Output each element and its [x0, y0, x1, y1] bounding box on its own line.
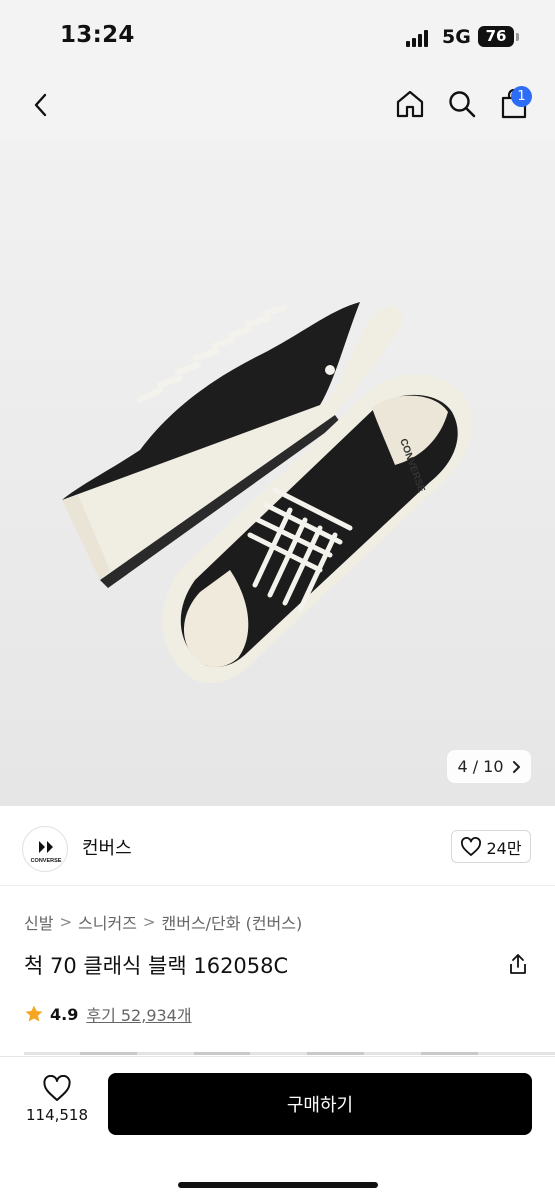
buy-button[interactable]: 구매하기 — [108, 1073, 532, 1135]
brand-logo[interactable]: CONVERSE — [22, 826, 68, 872]
product-title: 척 70 클래식 블랙 162058C — [24, 954, 289, 978]
converse-logo-icon: CONVERSE — [31, 841, 62, 864]
chevron-left-icon — [34, 93, 47, 117]
brand-name[interactable]: 컨버스 — [82, 834, 132, 860]
network-label: 5G — [442, 26, 471, 48]
product-image: CONVERSE — [62, 302, 472, 684]
breadcrumb-item[interactable]: 신발 — [24, 910, 53, 934]
heart-icon — [461, 836, 482, 856]
breadcrumb: 신발 > 스니커즈 > 캔버스/단화 (컨버스) — [24, 910, 302, 934]
share-icon — [510, 954, 526, 974]
pager-text: 4 / 10 — [457, 757, 504, 776]
search-button[interactable] — [442, 84, 482, 124]
brand-like-button[interactable]: 24만 — [451, 830, 531, 863]
signal-icon — [406, 30, 432, 47]
brand-like-count: 24만 — [486, 838, 522, 858]
review-count-link[interactable]: 후기 52,934개 — [86, 1002, 191, 1026]
top-nav — [0, 72, 555, 140]
home-indicator — [178, 1182, 378, 1188]
home-icon — [396, 90, 424, 118]
breadcrumb-separator: > — [142, 913, 156, 931]
product-image-gallery[interactable]: CONVERSE — [0, 140, 555, 806]
rating-row: 4.9 후기 52,934개 — [24, 1002, 192, 1026]
status-bar: 13:24 5G 76 — [0, 0, 555, 72]
heart-icon — [43, 1075, 71, 1101]
image-pager[interactable]: 4 / 10 — [447, 750, 531, 783]
back-button[interactable] — [22, 86, 60, 124]
bottom-purchase-bar: 114,518 구매하기 — [0, 1056, 555, 1200]
chevron-right-icon — [512, 760, 520, 773]
wishlist-button[interactable]: 114,518 — [18, 1075, 96, 1135]
cart-badge: 1 — [511, 86, 532, 107]
breadcrumb-item[interactable]: 스니커즈 — [78, 910, 137, 934]
battery-icon: 76 — [478, 26, 514, 47]
wishlist-count: 114,518 — [25, 1106, 89, 1124]
search-icon — [449, 91, 476, 118]
status-time: 13:24 — [60, 22, 135, 48]
rating-value: 4.9 — [50, 1004, 79, 1024]
brand-logo-text: CONVERSE — [31, 858, 62, 864]
share-button[interactable] — [504, 950, 532, 978]
battery-cap — [516, 33, 519, 41]
home-button[interactable] — [390, 84, 430, 124]
star-icon — [25, 1005, 43, 1022]
breadcrumb-item[interactable]: 캔버스/단화 (컨버스) — [162, 910, 303, 934]
brand-row: CONVERSE 컨버스 24만 — [0, 806, 555, 886]
breadcrumb-separator: > — [59, 913, 73, 931]
